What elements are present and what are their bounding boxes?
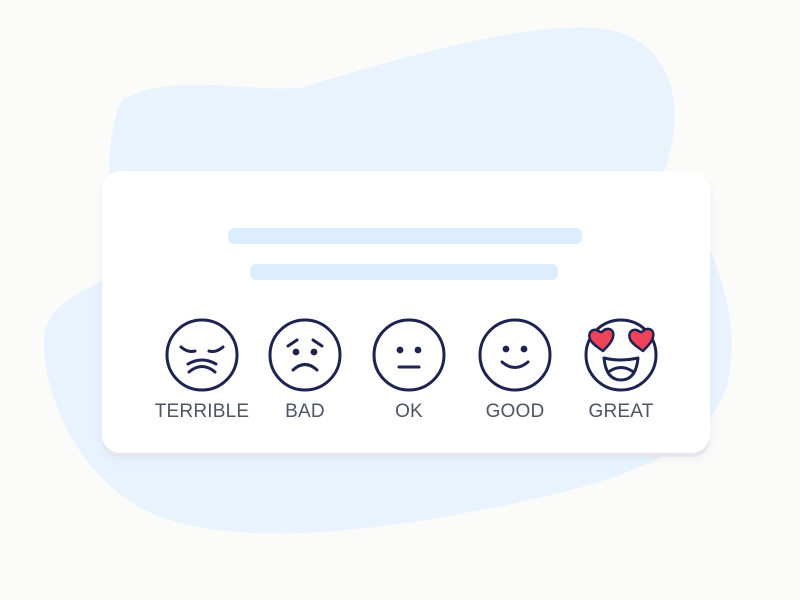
heart-eyes-face-icon xyxy=(584,318,658,392)
subtitle-placeholder-bar xyxy=(250,264,558,280)
rating-label: OK xyxy=(395,401,423,422)
rating-label: GOOD xyxy=(485,401,545,422)
rating-label: TERRIBLE xyxy=(154,401,250,422)
sad-sleepy-face-icon xyxy=(165,318,239,392)
rating-option-great[interactable]: GREAT xyxy=(566,317,676,423)
frowning-face-icon xyxy=(268,318,342,392)
rating-card: TERRIBLE BAD OK GOOD GREAT xyxy=(102,171,710,453)
rating-label: BAD xyxy=(285,401,325,422)
rating-option-terrible[interactable]: TERRIBLE xyxy=(147,317,257,423)
rating-option-ok[interactable]: OK xyxy=(354,317,464,423)
neutral-face-icon xyxy=(372,318,446,392)
rating-option-good[interactable]: GOOD xyxy=(460,317,570,423)
title-placeholder-bar xyxy=(228,228,582,244)
smiling-face-icon xyxy=(478,318,552,392)
rating-option-bad[interactable]: BAD xyxy=(250,317,360,423)
rating-label: GREAT xyxy=(588,401,654,422)
